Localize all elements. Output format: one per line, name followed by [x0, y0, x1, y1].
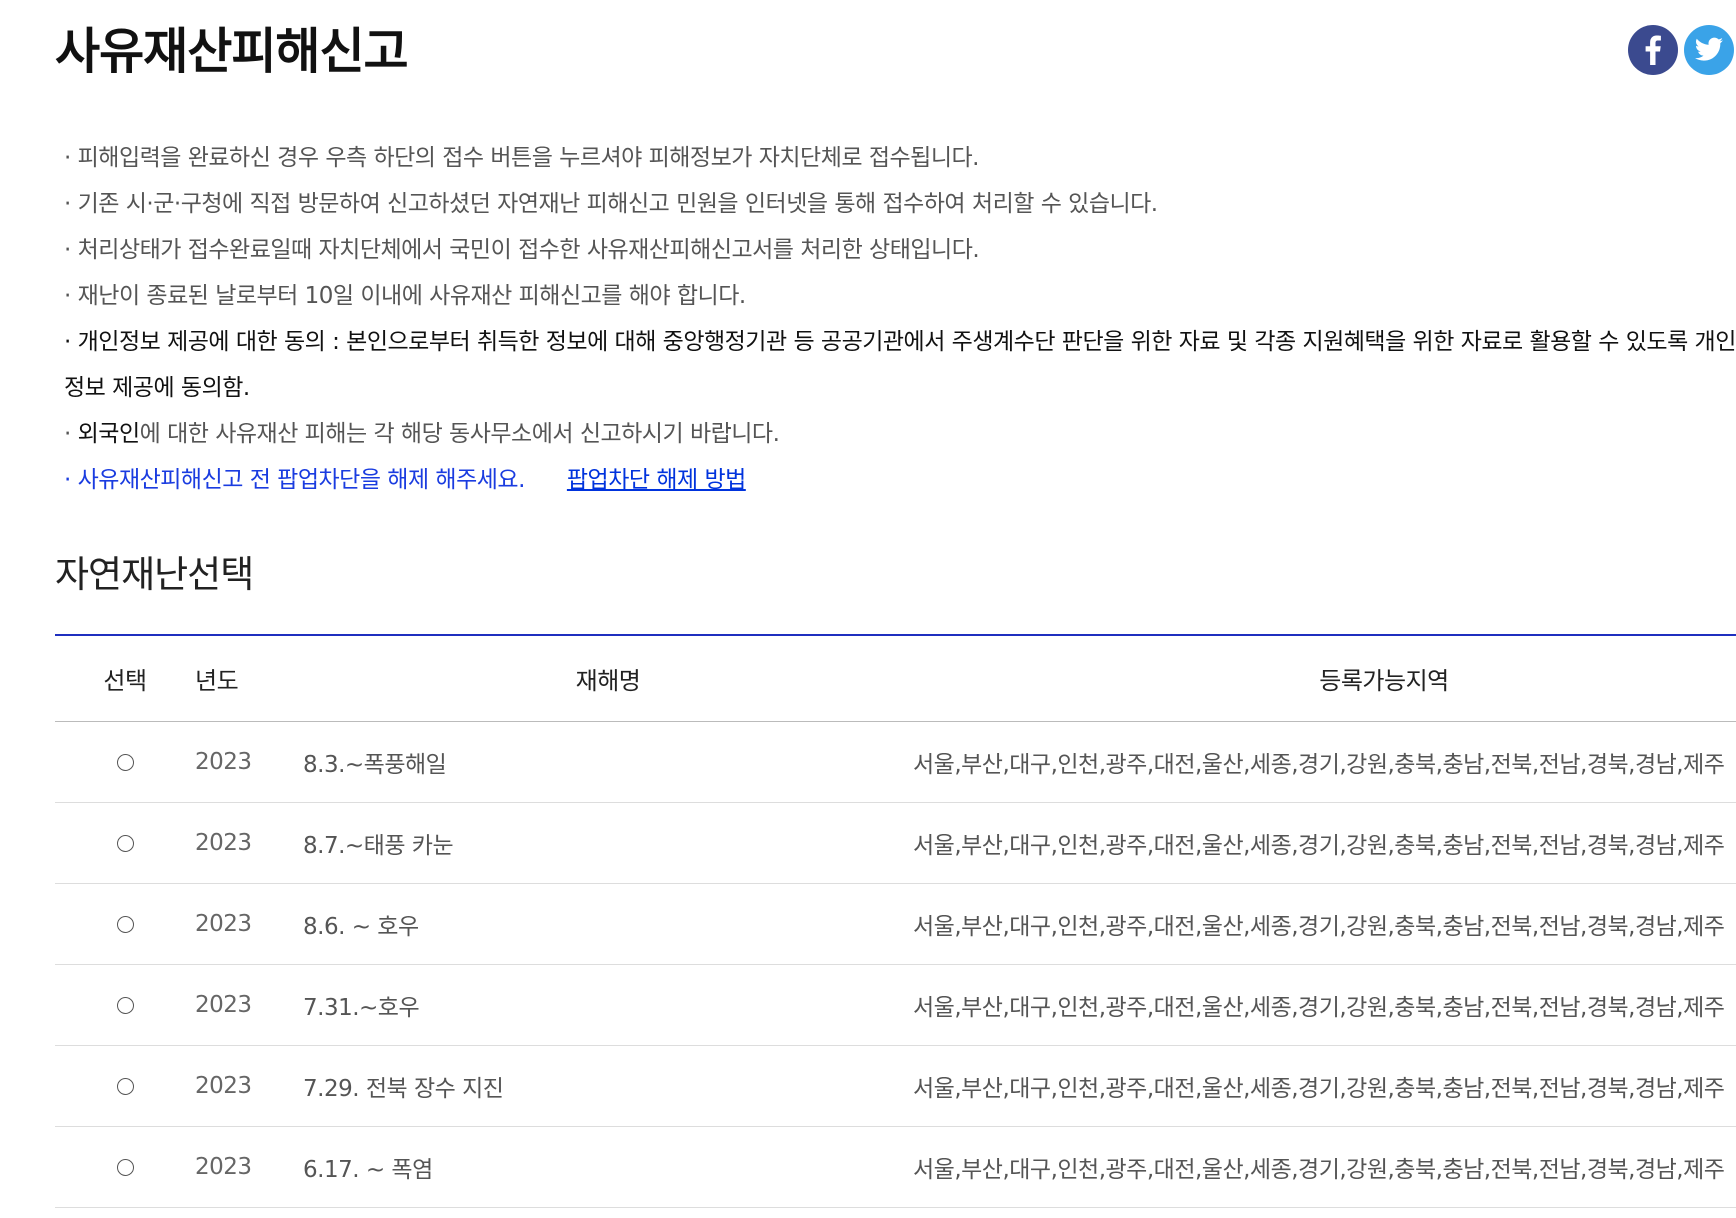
select-cell — [55, 883, 195, 965]
disaster-name-cell: 8.7.~태풍 카눈 — [303, 802, 913, 884]
notice-item: · 기존 시·군·구청에 직접 방문하여 신고하셨던 자연재난 피해신고 민원을… — [64, 191, 1158, 217]
select-cell — [55, 964, 195, 1046]
table-row[interactable]: 2023 7.31.~호우 서울,부산,대구,인천,광주,대전,울산,세종,경기… — [55, 964, 1736, 1046]
region-cell: 서울,부산,대구,인천,광주,대전,울산,세종,경기,강원,충북,충남,전북,전… — [913, 1126, 1736, 1208]
select-radio[interactable] — [116, 916, 134, 933]
disaster-name-cell: 7.31.~호우 — [303, 964, 913, 1046]
region-cell: 서울,부산,대구,인천,광주,대전,울산,세종,경기,강원,충북,충남,전북,전… — [913, 802, 1736, 884]
table-row[interactable]: 2023 6.17. ~ 폭염 서울,부산,대구,인천,광주,대전,울산,세종,… — [55, 1126, 1736, 1208]
notice-item-foreigner: · 외국인에 대한 사유재산 피해는 각 해당 동사무소에서 신고하시기 바랍니… — [64, 411, 1736, 457]
popup-notice-text: · 사유재산피해신고 전 팝업차단을 해제 해주세요. — [64, 467, 525, 493]
region-cell: 서울,부산,대구,인천,광주,대전,울산,세종,경기,강원,충북,충남,전북,전… — [913, 721, 1736, 803]
select-cell — [55, 802, 195, 884]
region-cell: 서울,부산,대구,인천,광주,대전,울산,세종,경기,강원,충북,충남,전북,전… — [913, 883, 1736, 965]
table-row[interactable]: 2023 8.3.~폭풍해일 서울,부산,대구,인천,광주,대전,울산,세종,경… — [55, 721, 1736, 803]
region-cell: 서울,부산,대구,인천,광주,대전,울산,세종,경기,강원,충북,충남,전북,전… — [913, 964, 1736, 1046]
select-cell — [55, 721, 195, 803]
twitter-share-button[interactable] — [1684, 25, 1734, 75]
facebook-icon — [1645, 35, 1661, 65]
table-row[interactable]: 2023 8.7.~태풍 카눈 서울,부산,대구,인천,광주,대전,울산,세종,… — [55, 802, 1736, 884]
select-radio[interactable] — [116, 1078, 134, 1095]
select-radio[interactable] — [116, 835, 134, 852]
popup-notice: · 사유재산피해신고 전 팝업차단을 해제 해주세요. 팝업차단 해제 방법 — [64, 457, 1736, 503]
header-select: 선택 — [55, 635, 195, 722]
privacy-consent-notice: · 개인정보 제공에 대한 동의 : 본인으로부터 취득한 정보에 대해 중앙행… — [64, 329, 1736, 401]
select-cell — [55, 1045, 195, 1127]
page-title: 사유재산피해신고 — [55, 23, 409, 80]
year-cell: 2023 — [195, 721, 303, 803]
header-year: 년도 — [195, 635, 303, 722]
select-radio[interactable] — [116, 997, 134, 1014]
select-cell — [55, 1126, 195, 1208]
foreigner-label: 외국인 — [77, 421, 140, 447]
notice-item: · 피해입력을 완료하신 경우 우측 하단의 접수 버튼을 누르셔야 피해정보가… — [64, 145, 979, 171]
disaster-table-container: 선택 년도 재해명 등록가능지역 2023 8.3.~폭풍해일 서울,부산,대구… — [55, 634, 1736, 1218]
disaster-table: 선택 년도 재해명 등록가능지역 2023 8.3.~폭풍해일 서울,부산,대구… — [55, 634, 1736, 1208]
table-row[interactable]: 2023 8.6. ~ 호우 서울,부산,대구,인천,광주,대전,울산,세종,경… — [55, 883, 1736, 965]
select-radio[interactable] — [116, 1159, 134, 1176]
table-row[interactable]: 2023 7.29. 전북 장수 지진 서울,부산,대구,인천,광주,대전,울산… — [55, 1045, 1736, 1127]
header-name: 재해명 — [303, 635, 913, 722]
notice-item: · 재난이 종료된 날로부터 10일 이내에 사유재산 피해신고를 해야 합니다… — [64, 283, 746, 309]
notice-item: · 처리상태가 접수완료일때 자치단체에서 국민이 접수한 사유재산피해신고서를… — [64, 237, 980, 263]
select-radio[interactable] — [116, 754, 134, 771]
twitter-icon — [1694, 37, 1723, 61]
table-header-row: 선택 년도 재해명 등록가능지역 — [55, 635, 1736, 722]
disaster-name-cell: 8.3.~폭풍해일 — [303, 721, 913, 803]
section-title: 자연재난선택 — [55, 553, 254, 596]
year-cell: 2023 — [195, 1045, 303, 1127]
disaster-name-cell: 7.29. 전북 장수 지진 — [303, 1045, 913, 1127]
disaster-name-cell: 6.17. ~ 폭염 — [303, 1126, 913, 1208]
year-cell: 2023 — [195, 802, 303, 884]
facebook-share-button[interactable] — [1628, 25, 1678, 75]
region-cell: 서울,부산,대구,인천,광주,대전,울산,세종,경기,강원,충북,충남,전북,전… — [913, 1045, 1736, 1127]
notice-prefix: · — [64, 421, 78, 447]
notice-list: · 피해입력을 완료하신 경우 우측 하단의 접수 버튼을 누르셔야 피해정보가… — [64, 135, 1736, 503]
popup-unblock-link[interactable]: 팝업차단 해제 방법 — [567, 467, 746, 493]
disaster-name-cell: 8.6. ~ 호우 — [303, 883, 913, 965]
notice-text: 에 대한 사유재산 피해는 각 해당 동사무소에서 신고하시기 바랍니다. — [139, 421, 780, 447]
share-buttons — [1628, 25, 1734, 75]
year-cell: 2023 — [195, 1126, 303, 1208]
header-region: 등록가능지역 — [913, 635, 1736, 722]
year-cell: 2023 — [195, 964, 303, 1046]
year-cell: 2023 — [195, 883, 303, 965]
